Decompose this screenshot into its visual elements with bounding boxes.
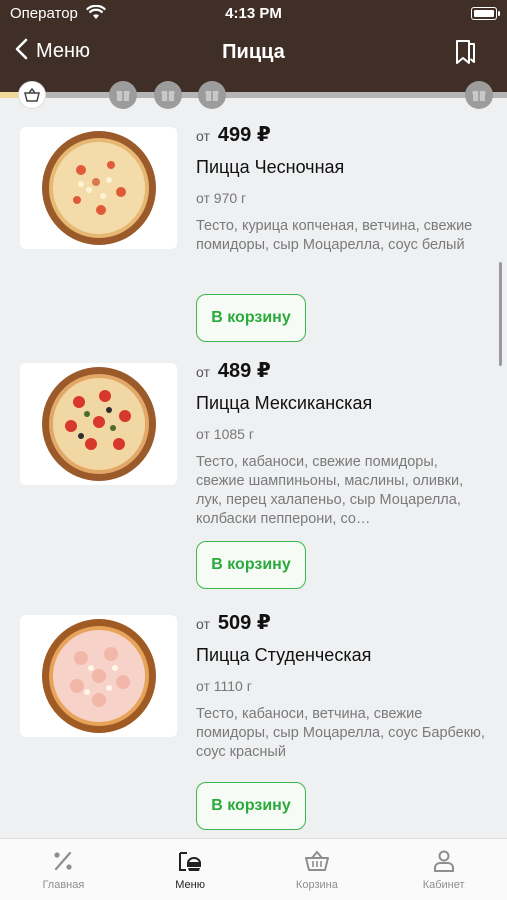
product-weight: от 970 г bbox=[196, 190, 247, 206]
tab-home[interactable]: Главная bbox=[0, 839, 127, 900]
progress-marker-gift bbox=[198, 81, 226, 109]
product-price: 509 ₽ bbox=[217, 612, 271, 634]
progress-marker-gift bbox=[154, 81, 182, 109]
add-to-cart-button[interactable]: В корзину bbox=[196, 541, 306, 589]
status-bar: Оператор 4:13 PM bbox=[0, 0, 507, 28]
pizza-mexican-image bbox=[41, 367, 156, 481]
battery-icon bbox=[471, 7, 500, 20]
basket-icon bbox=[24, 88, 40, 102]
tab-cart[interactable]: Корзина bbox=[254, 839, 381, 900]
tab-bar: Главная Меню Корзина Кабинет bbox=[0, 838, 507, 900]
pizza-student-image bbox=[41, 619, 156, 733]
gift-icon bbox=[116, 91, 130, 101]
product-image[interactable] bbox=[20, 615, 177, 737]
price-prefix: от bbox=[196, 616, 210, 632]
tab-account[interactable]: Кабинет bbox=[380, 839, 507, 900]
order-progress-bar bbox=[0, 92, 507, 98]
product-description: Тесто, кабаноси, свежие помидоры, свежие… bbox=[196, 454, 464, 527]
add-to-cart-button[interactable]: В корзину bbox=[196, 294, 306, 342]
navigation-bar: Меню Пицца bbox=[0, 28, 507, 80]
product-weight: от 1085 г bbox=[196, 426, 254, 442]
product-info: от 489 ₽ Пицца Мексиканская от 1085 г Те… bbox=[196, 358, 486, 589]
product-name[interactable]: Пицца Мексиканская bbox=[196, 393, 486, 414]
user-icon bbox=[433, 850, 454, 872]
product-name[interactable]: Пицца Чесночная bbox=[196, 157, 486, 178]
price-row: от 509 ₽ bbox=[196, 610, 486, 635]
percent-icon bbox=[54, 851, 72, 871]
product-info: от 499 ₽ Пицца Чесночная от 970 г Тесто,… bbox=[196, 122, 486, 342]
bookmark-button[interactable] bbox=[455, 39, 477, 70]
scrollbar[interactable] bbox=[499, 262, 502, 366]
progress-marker-gift bbox=[465, 81, 493, 109]
gift-icon bbox=[161, 91, 175, 101]
gift-icon bbox=[472, 91, 486, 101]
product-price: 499 ₽ bbox=[217, 124, 271, 146]
product-name[interactable]: Пицца Студенческая bbox=[196, 645, 486, 666]
product-image[interactable] bbox=[20, 127, 177, 249]
bookmark-icon bbox=[456, 40, 475, 64]
price-prefix: от bbox=[196, 364, 210, 380]
basket-icon bbox=[304, 850, 329, 871]
product-image[interactable] bbox=[20, 363, 177, 485]
tab-label: Кабинет bbox=[422, 879, 465, 891]
product-description: Тесто, кабаноси, ветчина, свежие помидор… bbox=[196, 706, 485, 760]
tab-label: Корзина bbox=[295, 879, 338, 891]
tab-menu[interactable]: Меню bbox=[127, 839, 254, 900]
price-row: от 499 ₽ bbox=[196, 122, 486, 147]
price-prefix: от bbox=[196, 128, 210, 144]
tab-label: Меню bbox=[175, 879, 205, 891]
clock: 4:13 PM bbox=[225, 5, 282, 22]
header: Оператор 4:13 PM Меню Пицца bbox=[0, 0, 507, 92]
add-to-cart-button[interactable]: В корзину bbox=[196, 782, 306, 830]
tab-label: Главная bbox=[42, 879, 85, 891]
gift-icon bbox=[205, 91, 219, 101]
pizza-garlic-image bbox=[41, 131, 156, 245]
progress-marker-basket bbox=[18, 81, 46, 109]
product-info: от 509 ₽ Пицца Студенческая от 1110 г Те… bbox=[196, 610, 486, 830]
progress-marker-gift bbox=[109, 81, 137, 109]
product-description: Тесто, курица копченая, ветчина, свежие … bbox=[196, 218, 473, 253]
product-price: 489 ₽ bbox=[217, 360, 271, 382]
menu-icon bbox=[179, 852, 202, 871]
page-title: Пицца bbox=[222, 41, 285, 63]
price-row: от 489 ₽ bbox=[196, 358, 486, 383]
product-weight: от 1110 г bbox=[196, 678, 252, 694]
